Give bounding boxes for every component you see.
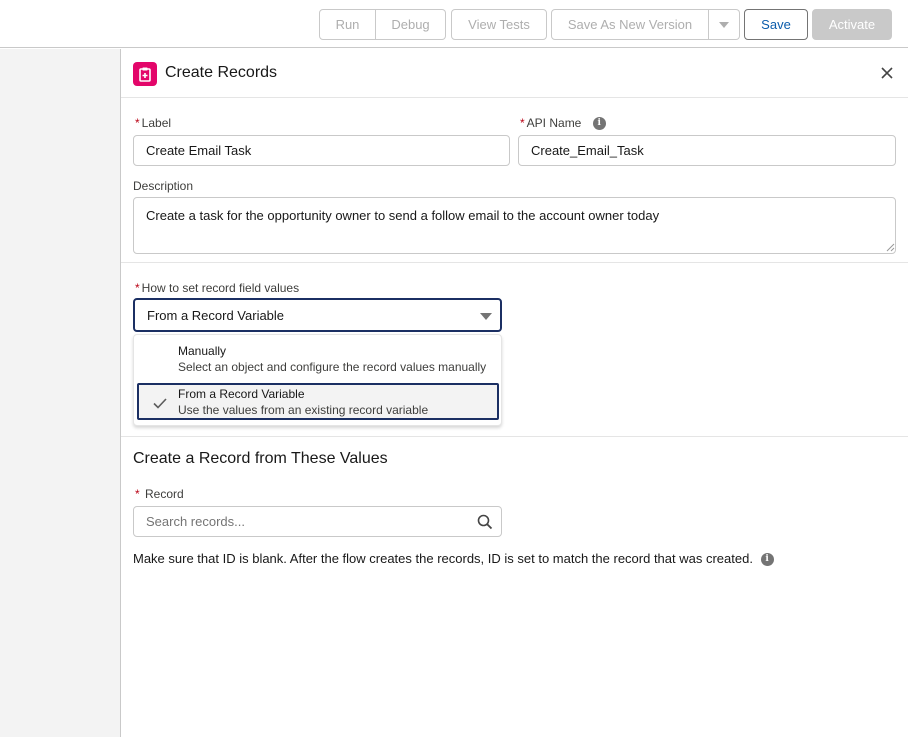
panel-title: Create Records [165, 64, 278, 81]
section-title: Create a Record from These Values [133, 450, 388, 467]
label-field-label: * Label [135, 116, 172, 130]
check-icon [153, 398, 167, 409]
info-icon[interactable]: i [760, 553, 774, 567]
record-search-input[interactable]: Search records... [133, 506, 502, 537]
close-icon[interactable] [879, 65, 895, 81]
chevron-down-icon [719, 21, 729, 28]
api-name-input[interactable]: Create_Email_Task [518, 135, 896, 166]
record-field-label: * Record [135, 487, 184, 501]
canvas-area [0, 49, 121, 737]
info-icon[interactable]: i [592, 117, 606, 131]
panel-header: Create Records [121, 49, 908, 98]
option-manually[interactable]: Manually Select an object and configure … [134, 335, 501, 381]
description-textarea[interactable]: Create a task for the opportunity owner … [133, 197, 896, 254]
resize-handle-icon[interactable] [886, 243, 895, 252]
how-dropdown-list: Manually Select an object and configure … [133, 334, 502, 426]
option-title: Manually [178, 344, 227, 358]
save-options-dropdown-button[interactable] [709, 9, 740, 40]
save-button[interactable]: Save [744, 9, 808, 40]
activate-button[interactable]: Activate [812, 9, 892, 40]
properties-panel: Create Records * Label Create Email Task … [121, 49, 908, 737]
record-search-placeholder: Search records... [146, 514, 245, 529]
label-input[interactable]: Create Email Task [133, 135, 510, 166]
api-name-field-label: * API Name i [520, 116, 606, 131]
how-combobox-value: From a Record Variable [147, 307, 285, 323]
divider [121, 262, 908, 263]
description-field-label: Description [133, 179, 194, 193]
chevron-down-icon [480, 313, 492, 320]
option-title: From a Record Variable [178, 387, 305, 401]
option-from-record-variable[interactable]: From a Record Variable Use the values fr… [137, 383, 499, 420]
option-subtitle: Use the values from an existing record v… [178, 403, 429, 417]
how-field-label: * How to set record field values [135, 281, 300, 295]
debug-button[interactable]: Debug [376, 9, 446, 40]
toolbar: Run Debug View Tests Save As New Version… [0, 0, 908, 48]
search-icon [477, 514, 493, 530]
create-record-icon [133, 62, 157, 86]
how-combobox[interactable]: From a Record Variable [133, 298, 502, 332]
divider [121, 436, 908, 437]
view-tests-button[interactable]: View Tests [451, 9, 547, 40]
option-subtitle: Select an object and configure the recor… [178, 360, 487, 374]
run-button[interactable]: Run [319, 9, 376, 40]
help-text: Make sure that ID is blank. After the fl… [133, 551, 774, 567]
save-as-new-version-button[interactable]: Save As New Version [551, 9, 709, 40]
